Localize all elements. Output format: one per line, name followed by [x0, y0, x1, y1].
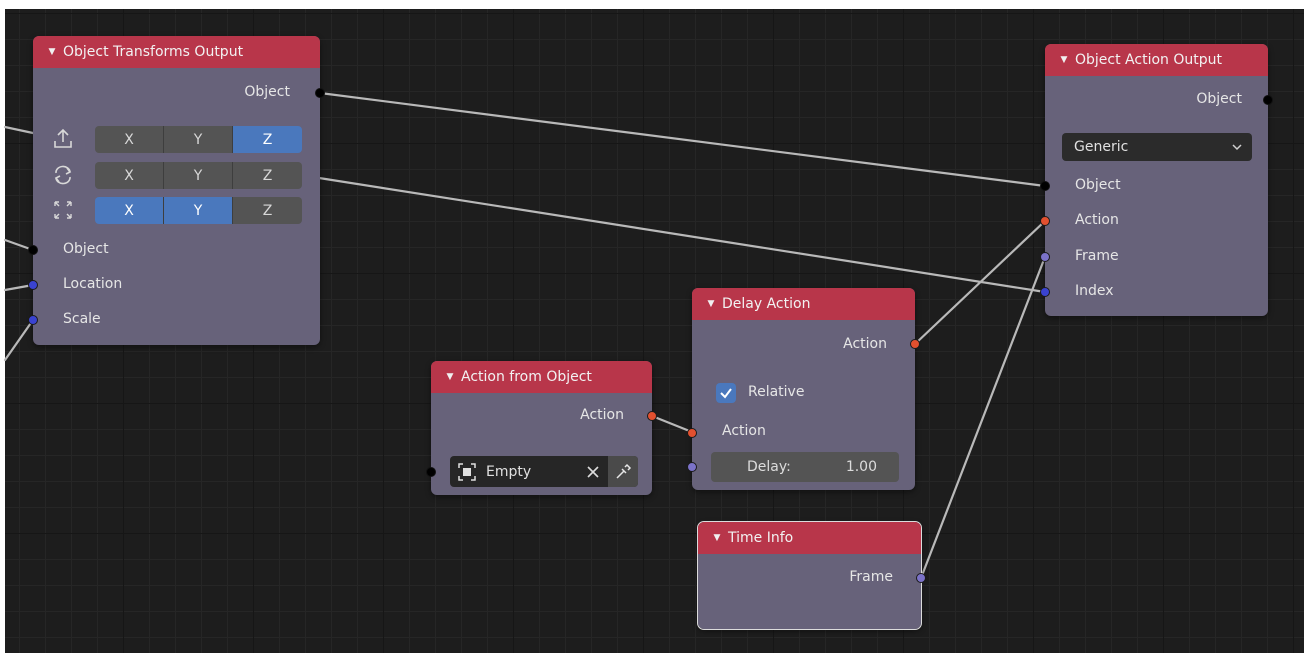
- input-socket-object[interactable]: [28, 245, 38, 255]
- node-title: Time Info: [728, 530, 794, 546]
- node-header[interactable]: ▼ Delay Action: [692, 288, 915, 320]
- input-label-scale: Scale: [63, 311, 101, 327]
- location-axis-toggles: X Y Z: [95, 126, 302, 153]
- output-socket-action[interactable]: [647, 411, 657, 421]
- node-header[interactable]: ▼ Object Transforms Output: [33, 36, 320, 68]
- location-x-toggle[interactable]: X: [95, 126, 164, 153]
- mode-dropdown-value: Generic: [1074, 139, 1129, 155]
- link-action-delay: [650, 414, 694, 434]
- input-socket-object[interactable]: [1040, 181, 1050, 191]
- input-socket-location[interactable]: [28, 280, 38, 290]
- node-delay-action[interactable]: ▼ Delay Action Action Relative Action De…: [687, 288, 920, 490]
- output-socket-action[interactable]: [910, 339, 920, 349]
- node-object-action-output[interactable]: ▼ Object Action Output Object Generic Ob…: [1040, 44, 1273, 316]
- input-label-frame: Frame: [1075, 248, 1119, 264]
- location-y-toggle[interactable]: Y: [164, 126, 233, 153]
- chevron-down-icon: [1232, 144, 1242, 151]
- output-label-action: Action: [843, 336, 887, 352]
- node-title: Object Transforms Output: [63, 44, 244, 60]
- output-socket-object[interactable]: [1263, 95, 1273, 105]
- rotation-axis-toggles: X Y Z: [95, 162, 302, 189]
- input-label-location: Location: [63, 276, 123, 292]
- link-frame: [919, 255, 1047, 580]
- output-label-frame: Frame: [849, 569, 893, 585]
- rotation-y-toggle[interactable]: Y: [164, 162, 233, 189]
- link-in-scale: [3, 318, 35, 362]
- output-label-object: Object: [244, 84, 290, 100]
- input-socket-action[interactable]: [687, 428, 697, 438]
- collapse-arrow-icon[interactable]: ▼: [710, 533, 724, 543]
- eyedropper-icon: [616, 463, 632, 479]
- object-picker[interactable]: Empty: [450, 456, 638, 487]
- scale-icon: [54, 201, 72, 219]
- node-title: Delay Action: [722, 296, 811, 312]
- rotation-icon: [54, 165, 72, 185]
- delay-label: Delay:: [747, 459, 791, 475]
- mode-dropdown[interactable]: Generic: [1062, 133, 1252, 161]
- node-header[interactable]: ▼ Action from Object: [431, 361, 652, 393]
- scale-x-toggle[interactable]: X: [95, 197, 164, 224]
- input-socket-action[interactable]: [1040, 216, 1050, 226]
- location-z-toggle[interactable]: Z: [233, 126, 302, 153]
- link-index: [298, 173, 1047, 294]
- relative-checkbox[interactable]: [716, 383, 736, 403]
- delay-value: 1.00: [845, 459, 877, 475]
- output-label-action: Action: [580, 407, 624, 423]
- node-header[interactable]: ▼ Time Info: [698, 522, 921, 554]
- location-icon: [54, 128, 72, 148]
- collapse-arrow-icon[interactable]: ▼: [443, 372, 457, 382]
- output-socket-object[interactable]: [315, 88, 325, 98]
- clear-icon[interactable]: [586, 465, 600, 479]
- link-object: [318, 91, 1047, 188]
- scale-axis-toggles: X Y Z: [95, 197, 302, 224]
- delay-field[interactable]: Delay: 1.00: [711, 452, 899, 482]
- scale-z-toggle[interactable]: Z: [233, 197, 302, 224]
- scale-y-toggle[interactable]: Y: [164, 197, 233, 224]
- node-title: Action from Object: [461, 369, 592, 385]
- input-socket-scale[interactable]: [28, 315, 38, 325]
- rotation-x-toggle[interactable]: X: [95, 162, 164, 189]
- output-label-object: Object: [1196, 91, 1242, 107]
- link-in-transforms-object: [3, 125, 35, 252]
- input-socket-frame[interactable]: [1040, 252, 1050, 262]
- input-label-object: Object: [63, 241, 109, 257]
- input-label-index: Index: [1075, 283, 1114, 299]
- link-delay-output: [913, 219, 1047, 346]
- input-label-action: Action: [1075, 212, 1119, 228]
- eyedropper-button[interactable]: [608, 456, 638, 487]
- input-socket-object[interactable]: [426, 467, 436, 477]
- node-action-from-object[interactable]: ▼ Action from Object Action Empty: [426, 361, 657, 495]
- empty-object-icon: [458, 462, 476, 481]
- collapse-arrow-icon[interactable]: ▼: [45, 47, 59, 57]
- node-title: Object Action Output: [1075, 52, 1222, 68]
- output-socket-frame[interactable]: [916, 573, 926, 583]
- node-time-info[interactable]: ▼ Time Info Frame: [697, 521, 926, 630]
- input-socket-delay[interactable]: [687, 462, 697, 472]
- input-socket-index[interactable]: [1040, 287, 1050, 297]
- relative-label: Relative: [748, 384, 805, 400]
- checkmark-icon: [720, 388, 732, 399]
- collapse-arrow-icon[interactable]: ▼: [704, 299, 718, 309]
- rotation-z-toggle[interactable]: Z: [233, 162, 302, 189]
- node-header[interactable]: ▼ Object Action Output: [1045, 44, 1268, 76]
- input-label-action: Action: [722, 423, 766, 439]
- object-picker-value: Empty: [486, 463, 532, 480]
- node-object-transforms-output[interactable]: ▼ Object Transforms Output Object X Y Z …: [28, 36, 325, 345]
- input-label-object: Object: [1075, 177, 1121, 193]
- collapse-arrow-icon[interactable]: ▼: [1057, 55, 1071, 65]
